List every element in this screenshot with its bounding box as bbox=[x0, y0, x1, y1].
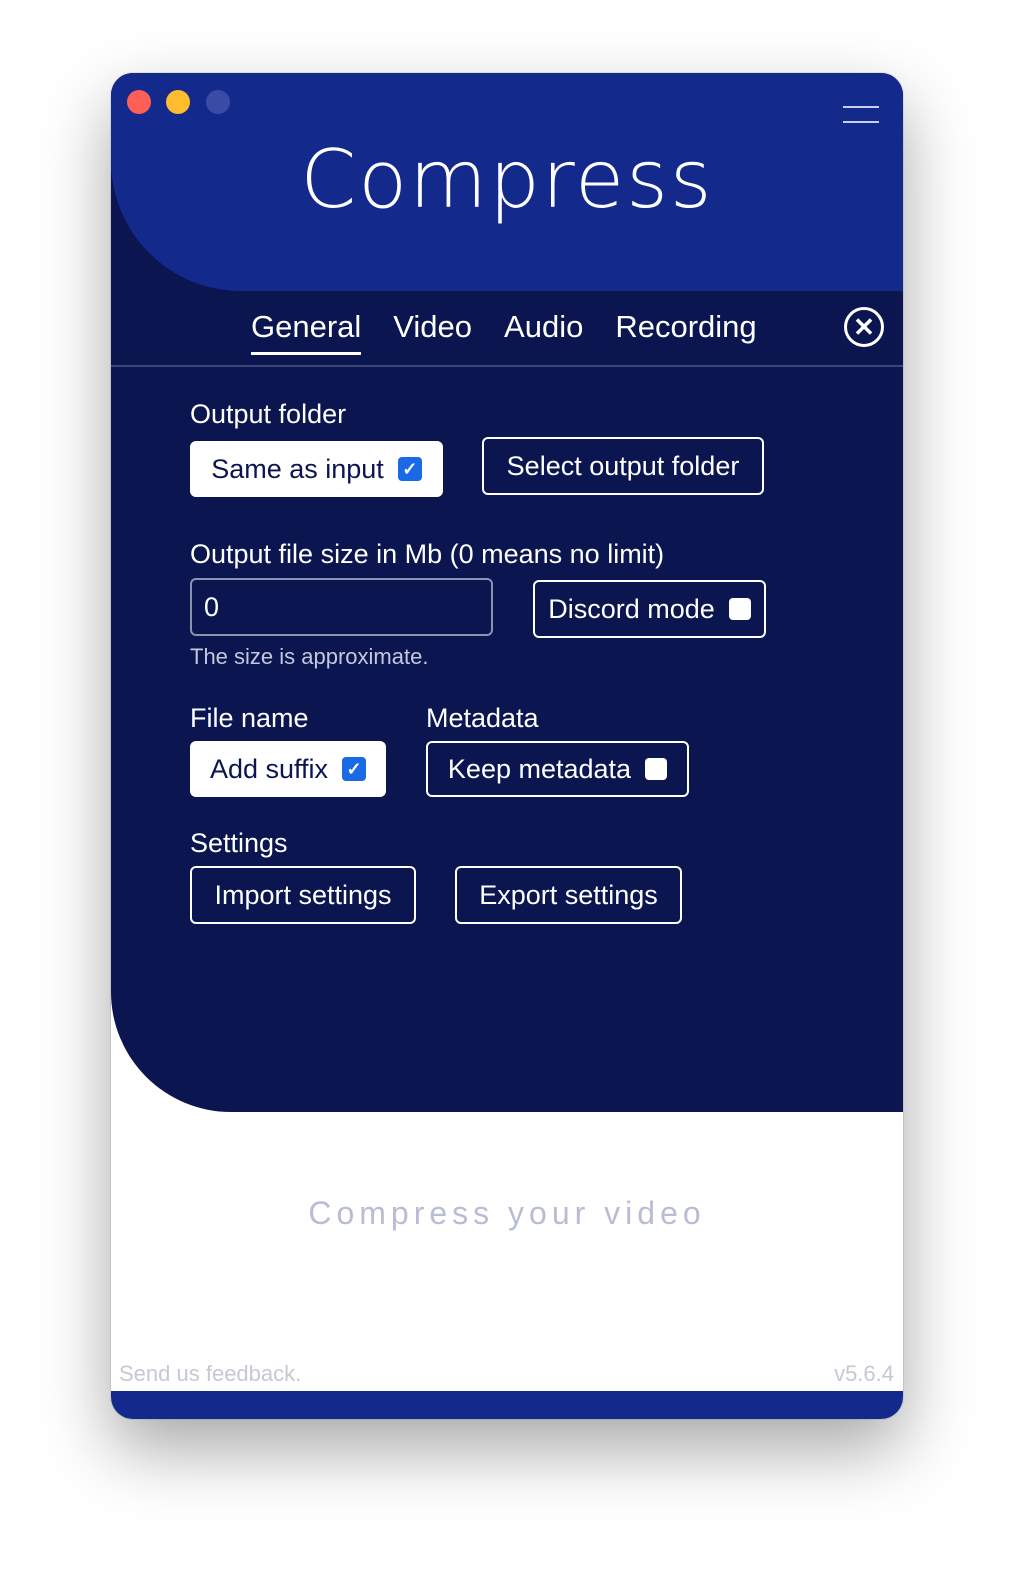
tab-bar: General Video Audio Recording bbox=[251, 307, 757, 355]
select-output-folder-button[interactable]: Select output folder bbox=[482, 437, 764, 495]
tab-video[interactable]: Video bbox=[393, 307, 472, 351]
output-folder-label: Output folder bbox=[190, 399, 347, 429]
keep-metadata-checkbox[interactable] bbox=[645, 758, 668, 780]
close-circle-icon[interactable]: ✕ bbox=[844, 307, 884, 347]
tab-recording[interactable]: Recording bbox=[615, 307, 756, 351]
same-as-input-toggle[interactable]: Same as input ✓ bbox=[190, 441, 443, 497]
checkmark-icon[interactable]: ✓ bbox=[342, 757, 367, 781]
file-size-input[interactable] bbox=[190, 578, 493, 636]
settings-label: Settings bbox=[190, 828, 288, 858]
tab-audio[interactable]: Audio bbox=[504, 307, 583, 351]
version-label: v5.6.4 bbox=[834, 1361, 894, 1386]
add-suffix-toggle[interactable]: Add suffix ✓ bbox=[190, 741, 386, 797]
window-zoom-dot[interactable] bbox=[206, 90, 230, 114]
compress-video-prompt[interactable]: Compress your video bbox=[111, 1195, 903, 1232]
same-as-input-label: Same as input bbox=[211, 453, 384, 484]
keep-metadata-toggle[interactable]: Keep metadata bbox=[426, 741, 689, 797]
file-name-label: File name bbox=[190, 703, 309, 733]
tab-general[interactable]: General bbox=[251, 307, 362, 355]
file-size-label: Output file size in Mb (0 means no limit… bbox=[190, 539, 665, 569]
discord-mode-checkbox[interactable] bbox=[728, 598, 751, 620]
feedback-link[interactable]: Send us feedback. bbox=[119, 1361, 301, 1387]
app-window: Compress General Video Audio Recording ✕… bbox=[111, 73, 903, 1419]
window-minimize-dot[interactable] bbox=[166, 90, 190, 114]
bottom-bar bbox=[111, 1391, 903, 1419]
checkmark-icon[interactable]: ✓ bbox=[397, 457, 422, 481]
discord-mode-toggle[interactable]: Discord mode bbox=[533, 580, 766, 638]
hamburger-icon[interactable] bbox=[843, 103, 879, 125]
metadata-label: Metadata bbox=[426, 703, 539, 733]
import-settings-button[interactable]: Import settings bbox=[190, 866, 416, 924]
window-close-dot[interactable] bbox=[127, 90, 151, 114]
keep-metadata-label: Keep metadata bbox=[447, 753, 632, 784]
file-size-hint: The size is approximate. bbox=[190, 644, 429, 669]
add-suffix-label: Add suffix bbox=[209, 753, 329, 784]
app-logo: Compress bbox=[300, 133, 714, 226]
tab-divider bbox=[111, 365, 903, 367]
discord-mode-label: Discord mode bbox=[548, 593, 715, 624]
export-settings-button[interactable]: Export settings bbox=[455, 866, 682, 924]
header: Compress bbox=[111, 73, 903, 291]
